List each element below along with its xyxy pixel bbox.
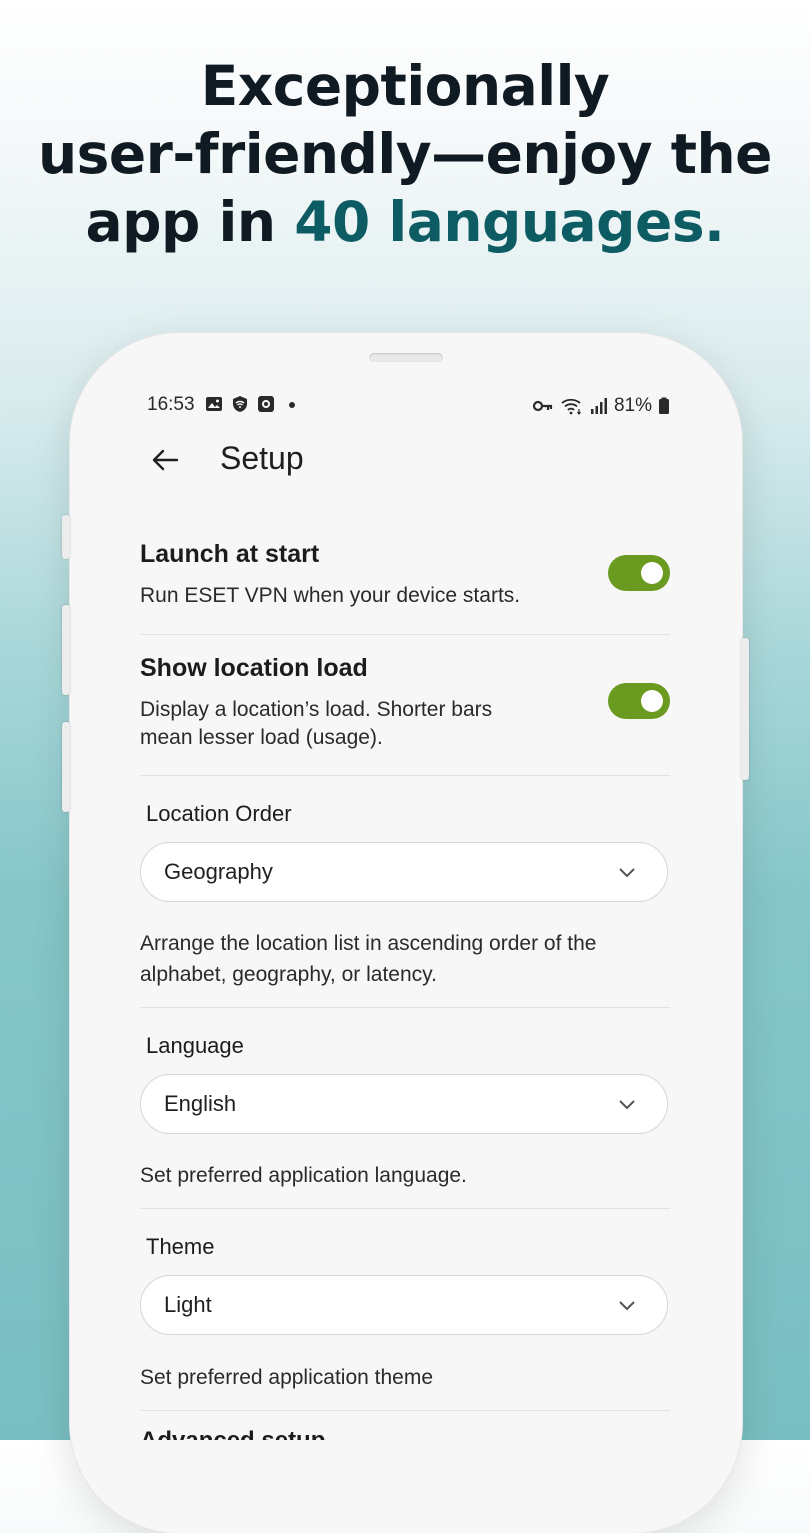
arrow-left-icon[interactable]: [147, 442, 183, 478]
headline-line-3: app in 40 languages.: [0, 188, 810, 256]
location-order-description-line-1: Arrange the location list in ascending o…: [140, 932, 597, 955]
language-description: Set preferred application language.: [140, 1164, 467, 1187]
divider: [140, 775, 670, 776]
location-order-value: Geography: [164, 859, 273, 884]
signal-icon: [590, 398, 607, 414]
theme-description: Set preferred application theme: [140, 1366, 434, 1389]
theme-value: Light: [164, 1292, 212, 1317]
phone-side-button: [62, 515, 70, 559]
battery-icon: [659, 397, 669, 414]
app-bar: Setup: [147, 436, 667, 484]
language-label: Language: [146, 1033, 244, 1058]
show-location-load-subtitle-line-1: Display a location’s load. Shorter bars: [140, 698, 493, 721]
show-location-load-toggle[interactable]: [608, 683, 670, 719]
page-title: Setup: [220, 440, 304, 476]
phone-power-button: [741, 638, 749, 780]
headline-line-3-prefix: app in: [85, 190, 295, 254]
chevron-down-icon: [619, 1100, 635, 1110]
headline-line-1: Exceptionally: [200, 54, 610, 118]
promo-headline: Exceptionally user-friendly—enjoy the ap…: [0, 52, 810, 256]
status-time: 16:53: [147, 394, 195, 415]
launch-at-start-subtitle: Run ESET VPN when your device starts.: [140, 584, 521, 607]
status-right-icons: 81%: [532, 395, 670, 417]
theme-label: Theme: [146, 1234, 215, 1259]
wifi-icon: [561, 398, 581, 415]
advanced-setup-item[interactable]: Advanced setup: [140, 1426, 325, 1440]
launch-at-start-title: Launch at start: [140, 540, 320, 568]
toggle-knob: [641, 562, 663, 584]
screen-record-icon: [258, 396, 274, 412]
show-location-load-subtitle-line-2: mean lesser load (usage).: [140, 726, 383, 749]
divider: [140, 1208, 670, 1209]
headline-highlight: 40 languages.: [294, 190, 725, 254]
status-left-icons: [205, 395, 301, 413]
toggle-knob: [641, 690, 663, 712]
phone-speaker: [369, 353, 443, 362]
chevron-down-icon: [619, 1301, 635, 1311]
chevron-down-icon: [619, 868, 635, 878]
launch-at-start-toggle[interactable]: [608, 555, 670, 591]
phone-volume-up-button: [62, 605, 70, 695]
status-bar: 16:53 81%: [147, 393, 670, 419]
location-order-description-line-2: alphabet, geography, or latency.: [140, 963, 437, 986]
theme-dropdown[interactable]: Light: [140, 1275, 668, 1335]
divider: [140, 1007, 670, 1008]
headline-line-2: user-friendly—enjoy the: [38, 122, 772, 186]
vpn-shield-icon: [233, 396, 247, 412]
image-icon: [206, 397, 222, 411]
divider: [140, 634, 670, 635]
phone-volume-down-button: [62, 722, 70, 812]
battery-percent: 81%: [613, 395, 652, 416]
location-order-dropdown[interactable]: Geography: [140, 842, 668, 902]
vpn-key-icon: [532, 400, 553, 412]
location-order-label: Location Order: [146, 801, 292, 826]
language-dropdown[interactable]: English: [140, 1074, 668, 1134]
dot-icon: [289, 402, 295, 408]
show-location-load-title: Show location load: [140, 654, 368, 682]
language-value: English: [164, 1091, 237, 1116]
divider: [140, 1410, 670, 1411]
